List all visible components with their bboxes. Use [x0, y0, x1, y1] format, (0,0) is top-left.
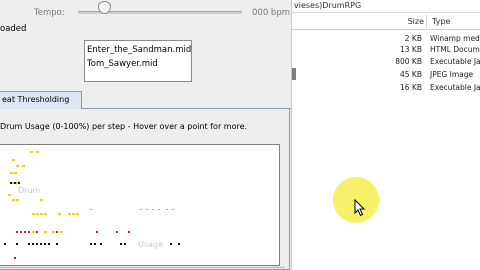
black-data-point[interactable]	[56, 243, 58, 245]
yellow-data-point[interactable]	[58, 213, 61, 215]
yellow-data-point[interactable]	[76, 213, 79, 215]
black-data-point[interactable]	[94, 243, 96, 245]
file-type: Executable Ja	[430, 83, 480, 92]
grey-data-point[interactable]	[152, 209, 154, 210]
grey-data-point[interactable]	[172, 209, 174, 210]
black-data-point[interactable]	[36, 243, 38, 245]
yellow-data-point[interactable]	[8, 194, 11, 196]
red-data-point[interactable]	[36, 231, 38, 233]
black-data-point[interactable]	[32, 243, 34, 245]
black-data-point[interactable]	[44, 243, 46, 245]
file-list-item[interactable]: Enter_the_Sandman.mid	[87, 43, 191, 57]
file-size: 800 KB	[395, 57, 422, 66]
yellow-data-point[interactable]	[44, 231, 47, 233]
black-data-point[interactable]	[14, 182, 16, 184]
panel-divider	[0, 267, 285, 268]
file-row[interactable]: 45 KB JPEG Image	[292, 69, 480, 82]
tab-bar: eat Thresholding	[0, 91, 291, 109]
yellow-data-point[interactable]	[32, 231, 35, 233]
column-separator[interactable]	[426, 15, 427, 28]
yellow-data-point[interactable]	[22, 165, 25, 167]
black-data-point[interactable]	[178, 243, 180, 245]
file-type: HTML Docume	[430, 45, 480, 54]
file-size: 2 KB	[404, 34, 422, 43]
tempo-row: Tempo: 000 bpm	[0, 0, 291, 22]
yellow-data-point[interactable]	[40, 199, 43, 201]
scrollbar-edge[interactable]	[292, 68, 296, 80]
red-data-point[interactable]	[14, 257, 16, 259]
black-data-point[interactable]	[40, 243, 42, 245]
yellow-data-point[interactable]	[44, 213, 47, 215]
drum-usage-plot[interactable]: Drum Usage	[0, 145, 280, 266]
yellow-data-point[interactable]	[12, 159, 15, 161]
mouse-pointer-icon	[354, 199, 366, 217]
red-data-point[interactable]	[96, 231, 98, 233]
address-bar[interactable]: vieses)DrumRPG	[292, 0, 480, 13]
red-data-point[interactable]	[24, 231, 26, 233]
file-size: 16 KB	[400, 83, 422, 92]
yellow-data-point[interactable]	[72, 213, 75, 215]
red-data-point[interactable]	[28, 231, 30, 233]
chart-faint-label: Drum	[18, 186, 41, 195]
file-size: 45 KB	[400, 70, 422, 79]
grey-data-point[interactable]	[158, 209, 160, 210]
tab-beat-thresholding[interactable]: eat Thresholding	[0, 91, 82, 109]
red-data-point[interactable]	[56, 231, 58, 233]
file-type: Winamp medi	[430, 34, 480, 43]
red-data-point[interactable]	[128, 231, 130, 233]
black-data-point[interactable]	[100, 243, 102, 245]
panel-title: Drum Usage (0-100%) per step - Hover ove…	[0, 122, 248, 131]
drum-usage-chart[interactable]: Drum Usage	[0, 144, 280, 266]
file-size: 13 KB	[400, 45, 422, 54]
grey-data-point[interactable]	[140, 209, 142, 210]
red-data-point[interactable]	[20, 231, 22, 233]
grey-data-point[interactable]	[146, 209, 148, 210]
file-row[interactable]: 800 KB Executable Ja	[292, 56, 480, 69]
black-data-point[interactable]	[170, 243, 172, 245]
file-type: Executable Ja	[430, 57, 480, 66]
column-size[interactable]: Size	[408, 17, 424, 26]
black-data-point[interactable]	[10, 182, 12, 184]
file-list-item[interactable]: Tom_Sawyer.mid	[87, 57, 189, 71]
midi-file-list[interactable]: Enter_the_Sandman.mid Tom_Sawyer.mid	[84, 40, 192, 82]
yellow-data-point[interactable]	[68, 213, 71, 215]
beat-thresholding-panel: Drum Usage (0-100%) per step - Hover ove…	[0, 109, 290, 270]
grey-data-point[interactable]	[166, 209, 168, 210]
bpm-readout: 000 bpm	[252, 8, 290, 18]
file-type: JPEG Image	[430, 70, 474, 79]
file-explorer: vieses)DrumRPG Size Type 2 KB Winamp med…	[292, 0, 480, 270]
yellow-data-point[interactable]	[16, 199, 19, 201]
yellow-data-point[interactable]	[12, 199, 15, 201]
loaded-files-label: oaded	[0, 24, 27, 34]
black-data-point[interactable]	[4, 243, 6, 245]
yellow-data-point[interactable]	[32, 213, 35, 215]
column-header: Size Type	[292, 14, 480, 30]
yellow-data-point[interactable]	[60, 231, 63, 233]
chart-faint-label: Usage	[138, 240, 163, 249]
yellow-data-point[interactable]	[16, 165, 19, 167]
black-data-point[interactable]	[120, 243, 122, 245]
black-data-point[interactable]	[18, 182, 20, 184]
yellow-data-point[interactable]	[30, 151, 33, 153]
yellow-data-point[interactable]	[36, 151, 39, 153]
yellow-data-point[interactable]	[36, 213, 39, 215]
black-data-point[interactable]	[48, 243, 50, 245]
yellow-data-point[interactable]	[10, 172, 13, 174]
drum-rpg-window: Tempo: 000 bpm oaded Enter_the_Sandman.m…	[0, 0, 292, 270]
yellow-data-point[interactable]	[40, 213, 43, 215]
file-row[interactable]: 16 KB Executable Ja	[292, 82, 480, 95]
column-type[interactable]: Type	[432, 17, 450, 26]
black-data-point[interactable]	[124, 243, 126, 245]
red-data-point[interactable]	[16, 231, 18, 233]
grey-data-point[interactable]	[90, 209, 92, 210]
red-data-point[interactable]	[116, 231, 118, 233]
tempo-label: Tempo:	[34, 8, 65, 18]
black-data-point[interactable]	[28, 243, 30, 245]
yellow-data-point[interactable]	[14, 172, 17, 174]
black-data-point[interactable]	[90, 243, 92, 245]
yellow-data-point[interactable]	[52, 231, 55, 233]
black-data-point[interactable]	[16, 243, 18, 245]
